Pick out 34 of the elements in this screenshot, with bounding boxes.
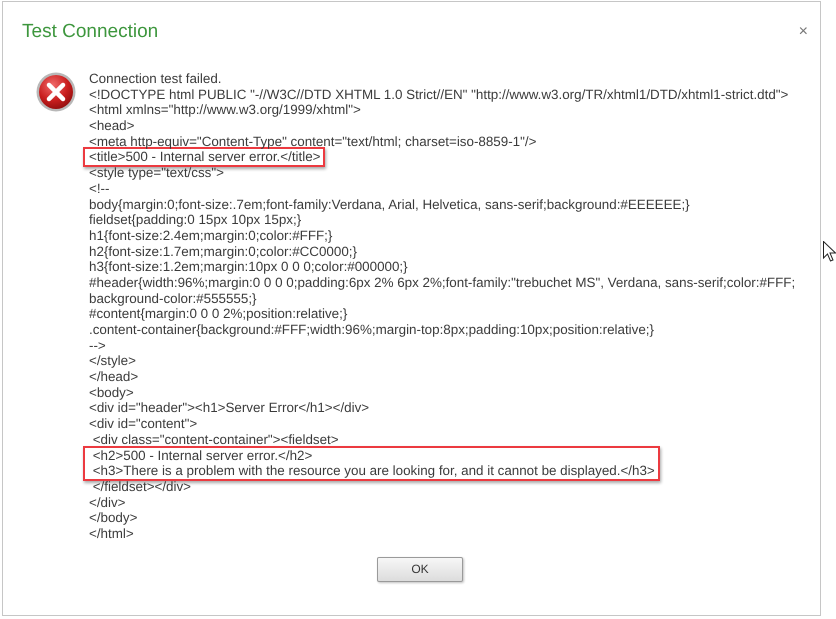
source-code-line: <meta http-equiv="Content-Type" content="text/html; charset=iso-8859-1"/> bbox=[89, 134, 538, 150]
ok-button[interactable]: OK bbox=[377, 556, 463, 582]
source-code-line: </head> bbox=[89, 369, 140, 385]
source-code-line: </fieldset></div> bbox=[92, 478, 192, 495]
source-code-line: <div class="content-container"><fieldset> bbox=[92, 432, 340, 448]
source-code-line: .content-container{background:#FFF;width:96%;margin-top:8px;padding:10px;position:relative;} bbox=[89, 322, 655, 338]
source-code-line: h3{font-size:1.2em;margin:10px 0 0 0;color:#000000;} bbox=[89, 259, 409, 275]
status-message: Connection test failed. bbox=[89, 71, 223, 87]
source-code-line: </style> bbox=[89, 353, 137, 370]
source-code-line: <title>500 - Internal server error.</title> bbox=[89, 149, 320, 166]
source-code-line: h2{font-size:1.7em;margin:0;color:#CC0000;} bbox=[89, 244, 358, 260]
source-code-line: background-color:#555555;} bbox=[89, 290, 258, 306]
source-code-line: <h2>500 - Internal server error.</h2> bbox=[92, 448, 314, 464]
source-code-line: <h3>There is a problem with the resource you are looking for, and it cannot be displayed.</h3> bbox=[92, 463, 655, 479]
source-code-line: </body> bbox=[89, 510, 138, 526]
source-code-line: <style type="text/css"> bbox=[89, 165, 225, 181]
source-code-line: <html xmlns="http://www.w3.org/1999/xhtml"> bbox=[89, 102, 362, 118]
source-code-line: <!DOCTYPE html PUBLIC "-//W3C//DTD XHTML 1.0 Strict//EN" "http://www.w3.org/TR/xhtml1/DTD/xhtml1-strict.dtd"> bbox=[89, 86, 790, 102]
source-code-line: <div id="content"> bbox=[89, 416, 198, 432]
source-code-line: body{margin:0;font-size:.7em;font-family:Verdana, Arial, Helvetica, sans-serif;background:#EEEEEE;} bbox=[89, 196, 691, 212]
source-code-line: #header{width:96%;margin:0 0 0 0;padding:6px 2% 6px 2%;font-family:"trebuchet MS", Verdana, sans-serif;color:#FFF; bbox=[89, 274, 796, 291]
source-code-line: </html> bbox=[89, 526, 135, 542]
source-code-line: fieldset{padding:0 15px 10px 15px;} bbox=[89, 212, 302, 228]
source-code-line: </div> bbox=[89, 494, 126, 510]
close-button[interactable]: × bbox=[794, 22, 812, 42]
source-code-line: #content{margin:0 0 0 2%;position:relative;} bbox=[89, 306, 348, 322]
source-code-line: <body> bbox=[89, 384, 135, 400]
error-icon bbox=[36, 72, 76, 112]
source-code-line: <!-- bbox=[89, 180, 110, 196]
window-title: Test Connection bbox=[22, 20, 158, 44]
source-code-line: <head> bbox=[89, 118, 136, 134]
source-code-line: h1{font-size:2.4em;margin:0;color:#FFF;} bbox=[89, 228, 334, 244]
source-code-line: --> bbox=[89, 338, 107, 354]
source-code-line: <div id="header"><h1>Server Error</h1></div> bbox=[89, 400, 370, 416]
